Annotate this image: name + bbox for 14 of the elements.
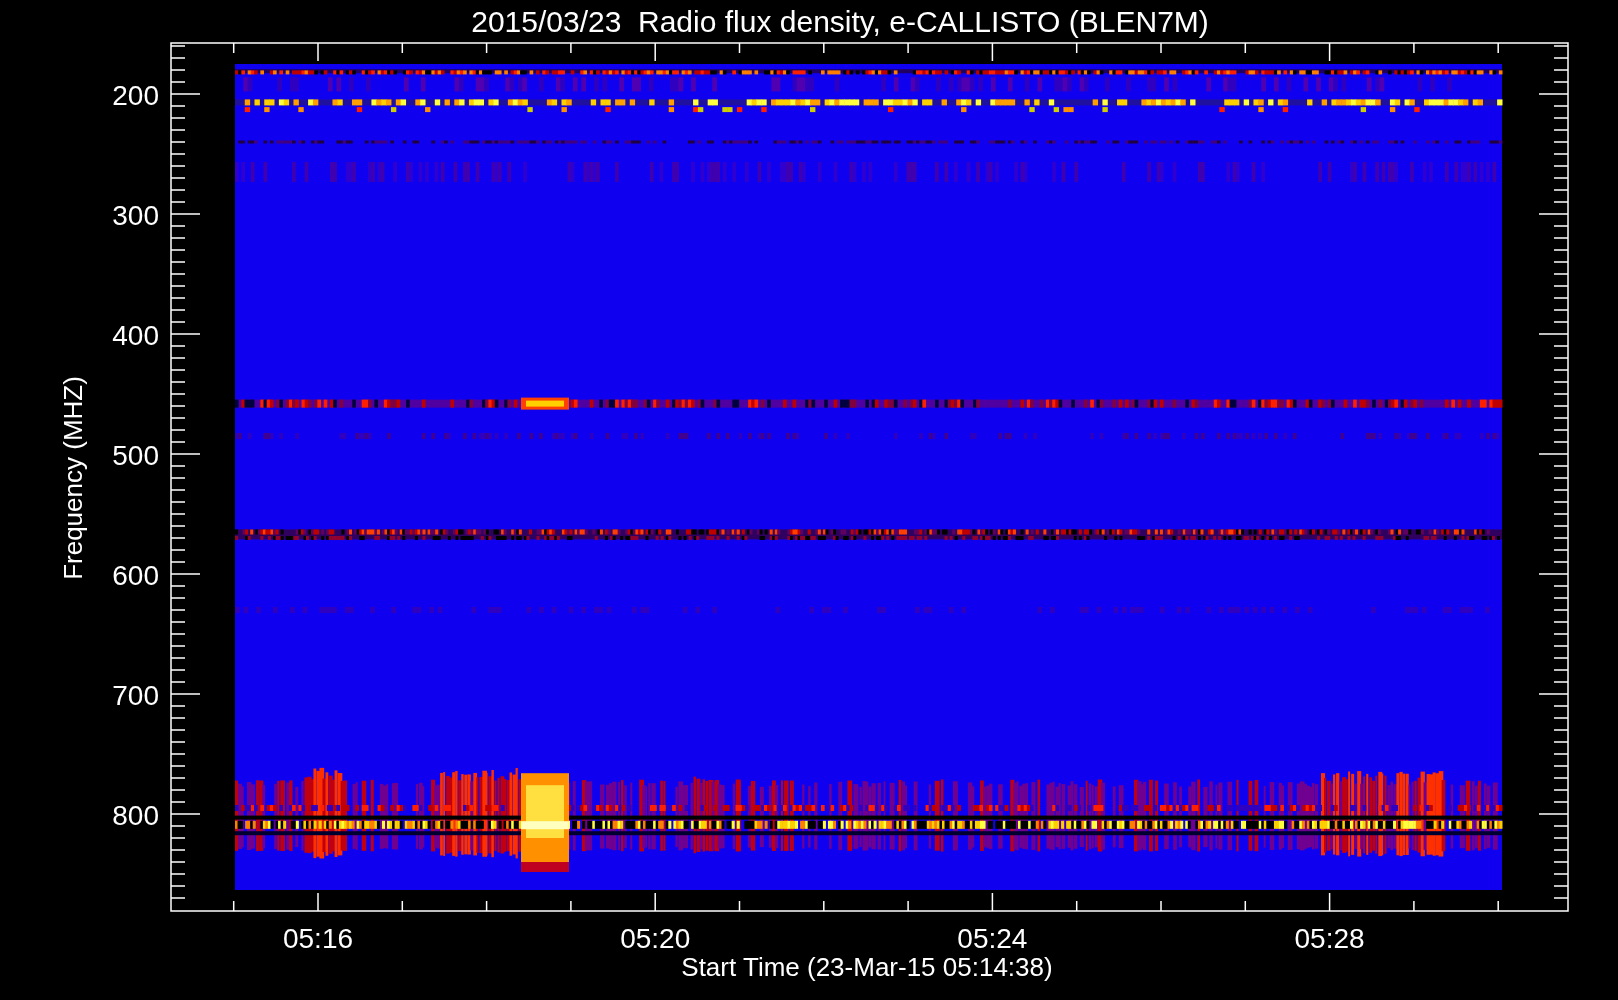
- tick-label: 700: [112, 680, 159, 711]
- tick-label: 200: [112, 80, 159, 111]
- tick-label: 05:28: [1294, 923, 1365, 954]
- plot-title: 2015/03/23 Radio flux density, e-CALLISTO (BLEN7M): [471, 5, 1209, 38]
- y-axis-label: Frequency (MHZ): [58, 376, 88, 580]
- x-axis-label: Start Time (23-Mar-15 05:14:38): [681, 952, 1053, 982]
- tick-label: 600: [112, 560, 159, 591]
- tick-label: 05:24: [957, 923, 1028, 954]
- tick-label: 05:16: [282, 923, 354, 954]
- tick-label: 500: [112, 440, 159, 471]
- tick-label: 300: [112, 200, 159, 231]
- tick-label: 400: [112, 320, 159, 351]
- tick-label: 05:20: [620, 923, 691, 954]
- tick-label: 800: [112, 800, 159, 831]
